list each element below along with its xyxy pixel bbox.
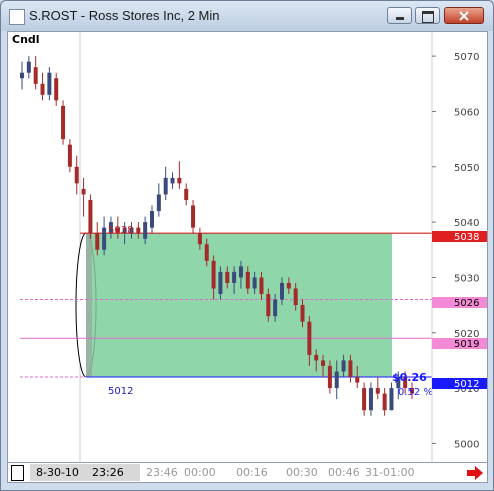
- candle-body: [26, 61, 31, 73]
- lower-level-text: 5012: [108, 386, 133, 397]
- minimize-icon: [396, 17, 404, 20]
- candle-body: [334, 371, 339, 389]
- maximize-button[interactable]: [415, 7, 440, 24]
- chart-window: S.ROST - Ross Stores Inc, 2 Min Cndl 503…: [0, 0, 494, 491]
- candle-body: [163, 177, 168, 195]
- candle-body: [88, 199, 93, 234]
- candle-body: [232, 271, 237, 283]
- candle-body: [136, 227, 141, 234]
- candle-body: [197, 233, 202, 245]
- change-percent: 0.52 %: [398, 387, 433, 398]
- candle-body: [286, 282, 291, 289]
- candle-body: [74, 166, 79, 184]
- candle-body: [389, 388, 394, 411]
- candle-body: [184, 188, 189, 200]
- candle-body: [218, 271, 223, 295]
- close-button[interactable]: [444, 7, 484, 24]
- candle-body: [40, 83, 45, 95]
- candle-body: [252, 277, 257, 289]
- candle-body: [33, 67, 38, 84]
- scroll-right-arrow-icon[interactable]: [466, 466, 484, 480]
- upper-level-text: 5038: [108, 225, 133, 236]
- candle-body: [211, 260, 216, 289]
- minimize-button[interactable]: [387, 7, 412, 24]
- candle-body: [54, 78, 59, 101]
- candle-body: [191, 205, 196, 228]
- candle-body: [61, 105, 66, 140]
- time-label: 00:00: [184, 466, 216, 479]
- highlight-zone: [86, 233, 392, 378]
- y-tick-label: 5050: [454, 163, 479, 174]
- candlestick-chart[interactable]: Cndl 5038 5012 $0.26 0.52 % 5070 5060 5050…: [8, 32, 487, 462]
- time-label: 00:16: [236, 466, 268, 479]
- support-level-value: 5012: [454, 379, 479, 390]
- candle-body: [280, 282, 284, 300]
- candle-body: [177, 177, 182, 184]
- candle-body: [314, 354, 319, 361]
- candle-body: [20, 72, 24, 79]
- app-icon: [9, 9, 25, 25]
- time-label: 23:46: [146, 466, 178, 479]
- candle-body: [293, 288, 298, 306]
- indicator-label: Cndl: [12, 33, 40, 46]
- time-label: 23:26: [92, 466, 124, 479]
- candle-body: [259, 277, 264, 295]
- time-label: 8-30-10: [36, 466, 79, 479]
- close-icon: [459, 11, 469, 21]
- pivot-level-value-1: 5026: [454, 298, 479, 309]
- title-bar[interactable]: S.ROST - Ross Stores Inc, 2 Min: [1, 1, 493, 31]
- candle-body: [81, 188, 86, 195]
- candle-body: [348, 360, 353, 378]
- pivot-level-value-2: 5019: [454, 339, 479, 350]
- candle-body: [368, 388, 373, 411]
- candle-body: [273, 299, 278, 317]
- candle-body: [47, 72, 52, 95]
- change-value: $0.26: [392, 371, 427, 384]
- candle-body: [307, 321, 312, 355]
- time-axis-checkbox[interactable]: [11, 465, 24, 481]
- y-tick-label: 5000: [454, 439, 479, 450]
- candle-body: [95, 233, 100, 250]
- y-tick-label: 5060: [454, 107, 479, 118]
- candle-body: [362, 388, 367, 411]
- zone-edge: [86, 233, 92, 378]
- candle-body: [266, 294, 271, 317]
- y-tick-label: 5030: [454, 273, 479, 284]
- candle-body: [204, 244, 209, 261]
- candle-body: [245, 271, 250, 289]
- candle-body: [341, 360, 346, 372]
- candle-body: [327, 365, 332, 389]
- candle-body: [300, 305, 305, 322]
- candle-body: [170, 177, 175, 184]
- candle-body: [238, 266, 243, 278]
- time-label: 00:30: [286, 466, 318, 479]
- chart-area[interactable]: Cndl 5038 5012 $0.26 0.52 % 5070 5060 5050…: [7, 31, 488, 463]
- candle-body: [143, 222, 148, 239]
- candle-body: [225, 271, 230, 283]
- candle-body: [382, 393, 387, 411]
- candle-body: [102, 227, 107, 250]
- candle-body: [355, 377, 360, 383]
- candle-body: [375, 388, 380, 394]
- candle-body: [150, 211, 154, 228]
- time-label: 31-01:00: [365, 466, 415, 479]
- candle-body: [156, 194, 161, 212]
- time-axis-bar: 8-30-10 23:26 23:46 00:00 00:16 00:30 00…: [7, 463, 488, 483]
- maximize-icon: [422, 11, 434, 23]
- candle-body: [321, 360, 326, 366]
- time-label: 00:46: [328, 466, 360, 479]
- resistance-level-value: 5038: [454, 232, 479, 243]
- window-title: S.ROST - Ross Stores Inc, 2 Min: [29, 8, 220, 23]
- candle-body: [67, 144, 72, 167]
- y-tick-label: 5070: [454, 52, 479, 63]
- y-tick-label: 5040: [454, 218, 479, 229]
